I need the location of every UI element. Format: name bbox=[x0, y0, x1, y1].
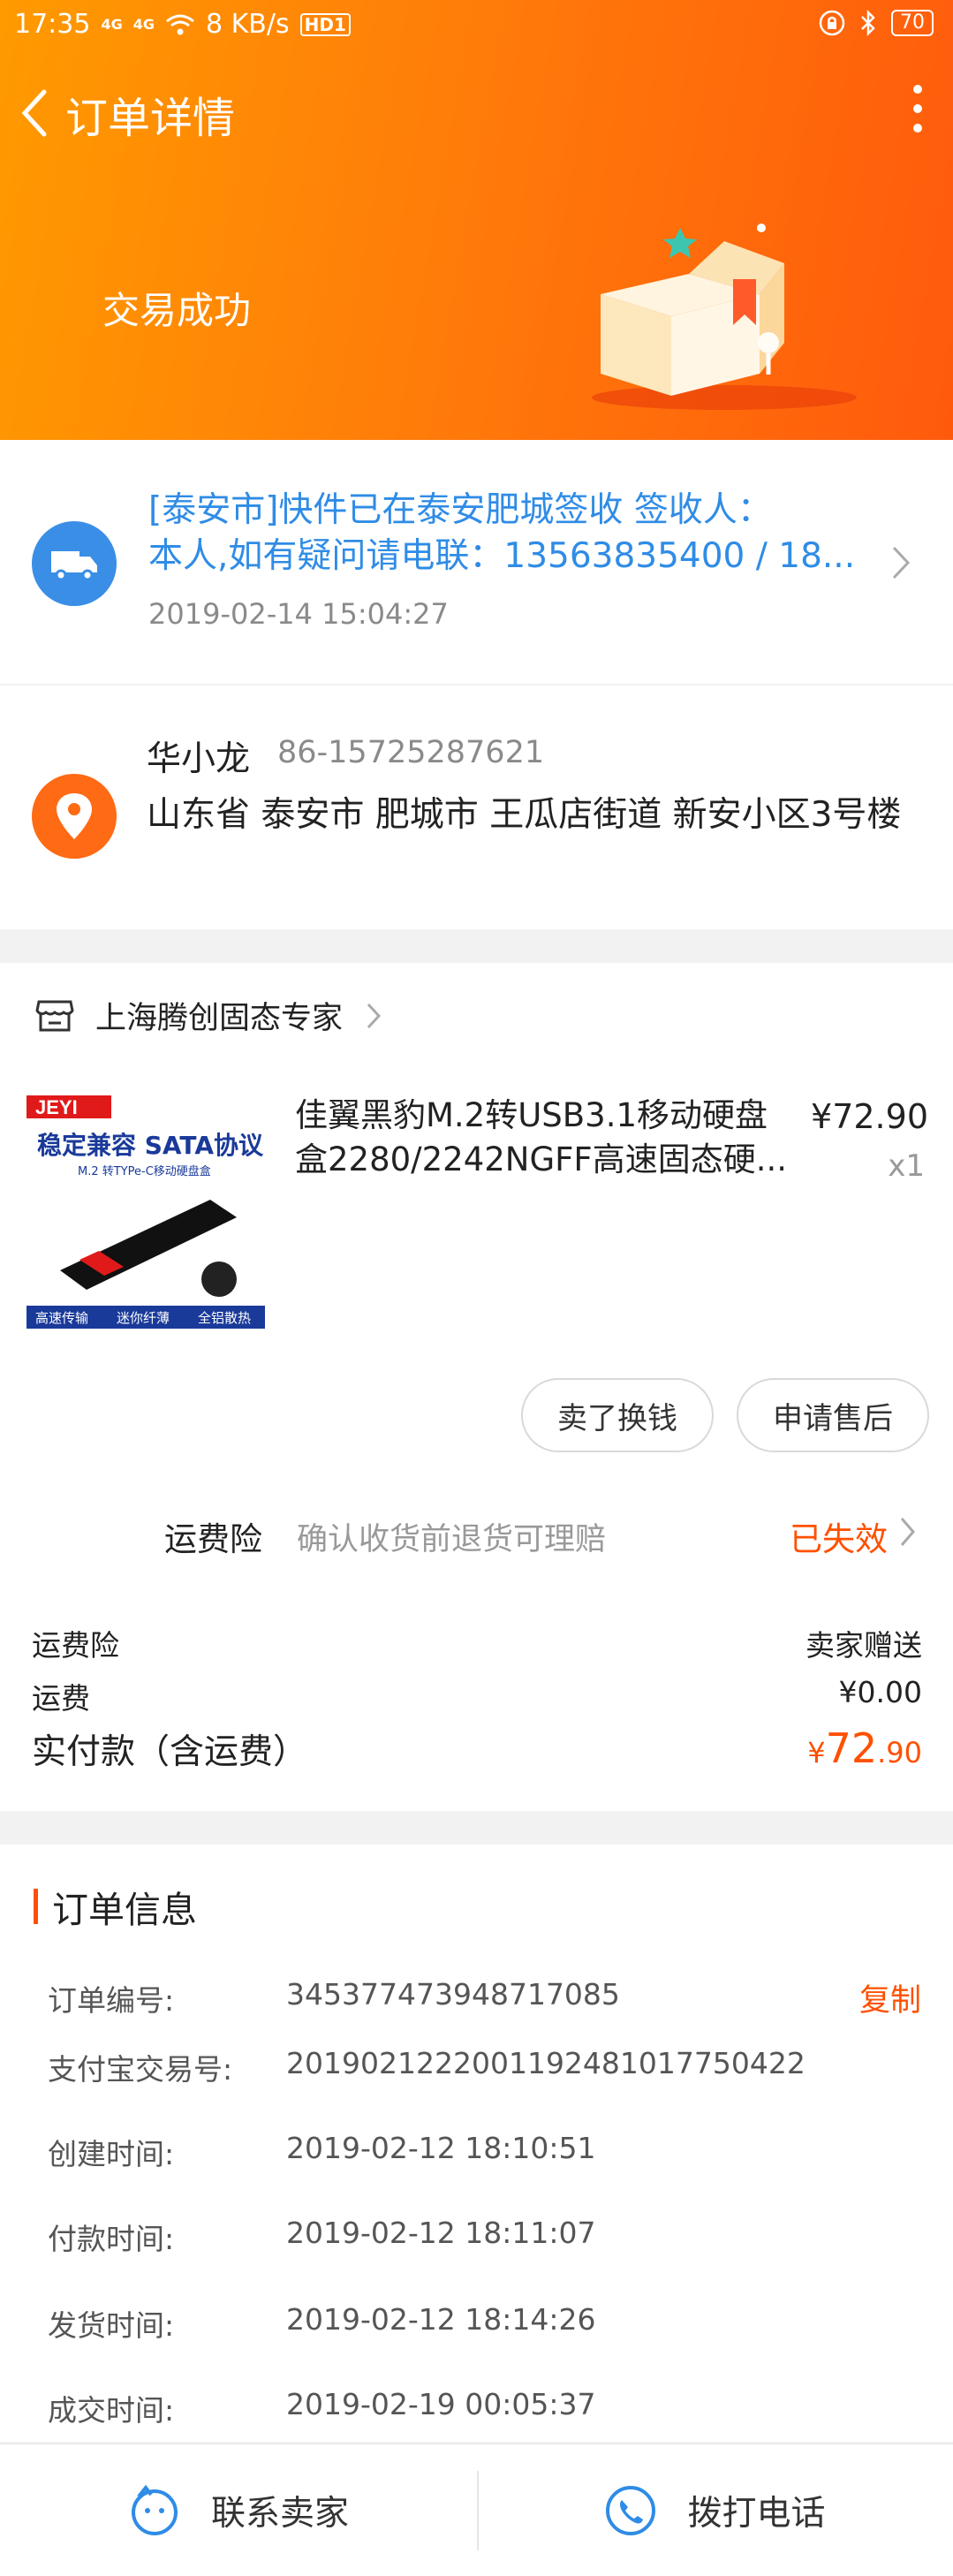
network-4g-a: 4G bbox=[101, 15, 123, 33]
product-image-feature-1: 高速传输 bbox=[35, 1310, 88, 1326]
product-price: ¥72.90 bbox=[811, 1097, 928, 1136]
logistics-time: 2019-02-14 15:04:27 bbox=[148, 597, 449, 631]
logistics-line-1: [泰安市]快件已在泰安肥城签收 签收人： bbox=[148, 490, 772, 530]
product-quantity: x1 bbox=[888, 1148, 925, 1184]
info-value-created: 2019-02-12 18:10:51 bbox=[286, 2131, 596, 2165]
info-value-alipay-no: 2019021222001192481017750422 bbox=[286, 2046, 806, 2080]
product-title-line-2: 盒2280/2242NGFF高速固态硬... bbox=[295, 1140, 787, 1178]
logistics-latest: [泰安市]快件已在泰安肥城签收 签收人： 本人,如有疑问请电联：13563835… bbox=[148, 488, 873, 580]
shop-row[interactable]: 上海腾创固态专家 bbox=[35, 993, 383, 1038]
back-icon[interactable] bbox=[16, 87, 57, 140]
recipient-name: 华小龙 bbox=[147, 739, 251, 779]
sell-button[interactable]: 卖了换钱 bbox=[521, 1378, 714, 1452]
product-title-line-1: 佳翼黑豹M.2转USB3.1移动硬盘 bbox=[295, 1096, 768, 1134]
fee-label: 运费 bbox=[32, 1681, 90, 1716]
more-icon[interactable] bbox=[907, 85, 928, 140]
fee-row-insurance: 运费险 卖家赠送 bbox=[32, 1622, 922, 1664]
network-speed: 8 KB/s bbox=[206, 9, 290, 40]
wifi-icon bbox=[166, 14, 194, 34]
insurance-status[interactable]: 已失效 bbox=[790, 1512, 888, 1560]
shop-name: 上海腾创固态专家 bbox=[95, 1001, 344, 1036]
product-title[interactable]: 佳翼黑豹M.2转USB3.1移动硬盘 盒2280/2242NGFF高速固态硬..… bbox=[295, 1094, 790, 1182]
info-value-paid: 2019-02-12 18:11:07 bbox=[286, 2216, 596, 2250]
page-title: 订单详情 bbox=[65, 94, 236, 143]
info-label-shipped: 发货时间: bbox=[48, 2308, 175, 2343]
fee-row-shipping: 运费 ¥0.00 bbox=[32, 1675, 922, 1717]
insurance-label: 运费险 bbox=[164, 1520, 262, 1558]
recipient-phone: 86-15725287621 bbox=[277, 735, 545, 770]
logistics-card[interactable]: [泰安市]快件已在泰安肥城签收 签收人： 本人,如有疑问请电联：13563835… bbox=[0, 440, 953, 684]
battery-indicator: 70 bbox=[891, 10, 934, 36]
product-image-feature-2: 迷你纤薄 bbox=[117, 1310, 170, 1326]
after-sale-button[interactable]: 申请售后 bbox=[737, 1378, 929, 1452]
info-label-alipay-no: 支付宝交易号: bbox=[48, 2052, 233, 2087]
chevron-right-icon bbox=[367, 1003, 382, 1028]
order-header: 17:35 4G 4G 8 KB/s HD1 70 订单详情 交易成功 bbox=[0, 0, 953, 440]
product-image-feature-3: 全铝散热 bbox=[198, 1310, 251, 1326]
hd-indicator: HD1 bbox=[299, 12, 351, 36]
store-icon bbox=[35, 1000, 74, 1031]
product-image[interactable]: JEYI 稳定兼容 SATA协议 M.2 转TYPe-C移动硬盘盒 高速传输 迷… bbox=[25, 1094, 267, 1330]
paid-amount: ¥72.90 bbox=[807, 1724, 922, 1772]
copy-button[interactable]: 复制 bbox=[859, 1975, 921, 2020]
recipient-address: 山东省 泰安市 肥城市 王瓜店街道 新安小区3号楼 bbox=[147, 795, 902, 835]
info-value-order-no: 345377473948717085 bbox=[286, 1977, 620, 2012]
order-card: 上海腾创固态专家 JEYI 稳定兼容 SATA协议 M.2 转TYPe-C移动硬… bbox=[0, 963, 953, 1811]
chat-face-icon bbox=[131, 2484, 178, 2535]
fee-value: 卖家赠送 bbox=[806, 1628, 922, 1663]
info-label-completed: 成交时间: bbox=[48, 2393, 175, 2428]
status-bar: 17:35 4G 4G 8 KB/s HD1 70 bbox=[0, 0, 953, 53]
location-pin-icon bbox=[32, 774, 117, 859]
contact-seller-button[interactable]: 联系卖家 bbox=[0, 2444, 477, 2576]
product-image-sub: M.2 转TYPe-C移动硬盘盒 bbox=[78, 1164, 211, 1178]
network-4g-b: 4G bbox=[132, 15, 155, 33]
info-value-shipped: 2019-02-12 18:14:26 bbox=[286, 2302, 596, 2337]
order-info-card: 订单信息 订单编号: 345377473948717085 复制 支付宝交易号:… bbox=[0, 1845, 953, 2442]
fee-label: 运费险 bbox=[32, 1628, 119, 1663]
product-image-brand: JEYI bbox=[35, 1096, 78, 1118]
call-label: 拨打电话 bbox=[687, 2494, 826, 2534]
address-card: 华小龙 86-15725287621 山东省 泰安市 肥城市 王瓜店街道 新安小… bbox=[0, 686, 953, 929]
logistics-line-2: 本人,如有疑问请电联：13563835400 / 18... bbox=[148, 536, 856, 576]
order-info-heading: 订单信息 bbox=[34, 1880, 197, 1933]
call-button[interactable]: 拨打电话 bbox=[477, 2444, 953, 2576]
contact-seller-label: 联系卖家 bbox=[210, 2494, 349, 2534]
fee-value: ¥0.00 bbox=[838, 1675, 922, 1709]
truck-icon bbox=[32, 521, 117, 606]
phone-icon bbox=[606, 2486, 656, 2535]
chevron-right-icon bbox=[900, 1518, 915, 1546]
package-box-illustration bbox=[592, 224, 857, 410]
info-value-completed: 2019-02-19 00:05:37 bbox=[286, 2387, 596, 2421]
chevron-right-icon bbox=[892, 546, 911, 580]
heading-accent-bar bbox=[34, 1889, 38, 1924]
bluetooth-icon bbox=[861, 9, 875, 37]
info-label-order-no: 订单编号: bbox=[48, 1983, 175, 2018]
nav-bar: 订单详情 bbox=[0, 80, 953, 147]
lock-icon bbox=[819, 10, 845, 36]
paid-label: 实付款（含运费） bbox=[32, 1732, 308, 1772]
info-label-created: 创建时间: bbox=[48, 2137, 175, 2171]
info-label-paid: 付款时间: bbox=[48, 2222, 175, 2256]
paid-row: 实付款（含运费） ¥72.90 bbox=[32, 1724, 922, 1774]
order-state: 交易成功 bbox=[102, 289, 252, 332]
product-image-headline: 稳定兼容 SATA协议 bbox=[37, 1131, 264, 1160]
bottom-action-bar: 联系卖家 拨打电话 bbox=[0, 2443, 953, 2576]
insurance-description: 确认收货前退货可理赔 bbox=[297, 1522, 607, 1557]
status-time: 17:35 bbox=[14, 9, 91, 40]
